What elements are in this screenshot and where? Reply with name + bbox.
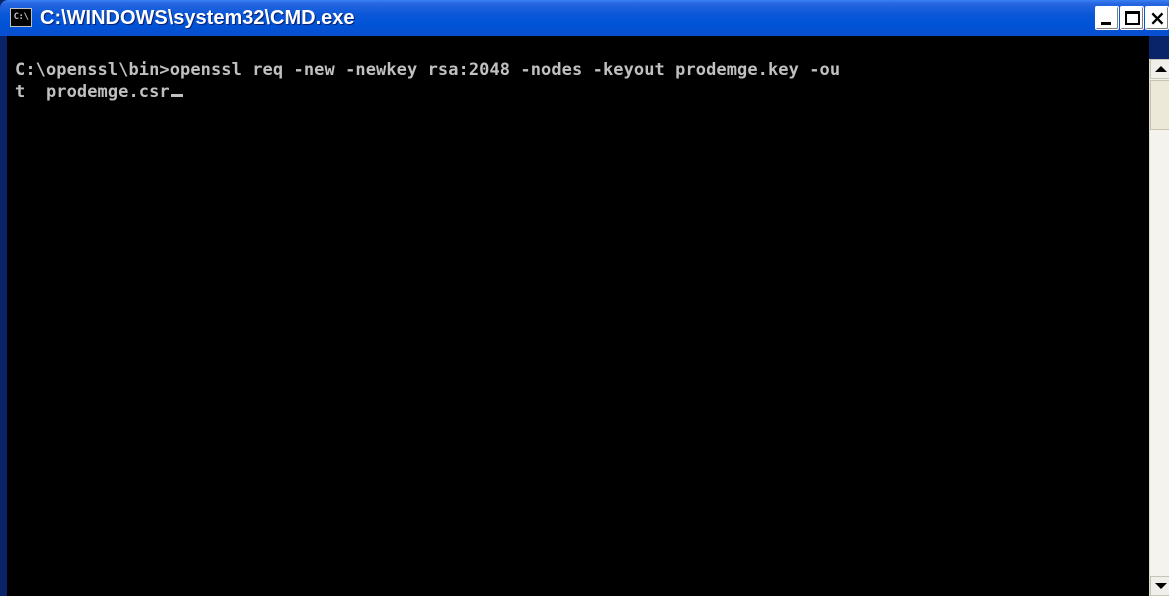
minimize-button[interactable] — [1095, 6, 1119, 30]
minimize-icon — [1101, 22, 1111, 25]
close-button[interactable]: × — [1145, 6, 1169, 30]
cmd-icon[interactable]: C:\ — [10, 8, 32, 27]
console-output[interactable]: C:\openssl\bin>openssl req -new -newkey … — [15, 59, 840, 103]
console-area[interactable]: C:\openssl\bin>openssl req -new -newkey … — [4, 36, 1149, 596]
console-line-2: t prodemge.csr — [15, 82, 170, 102]
text-cursor — [170, 94, 183, 97]
scroll-up-button[interactable] — [1150, 59, 1169, 79]
scroll-thumb[interactable] — [1150, 80, 1169, 130]
arrow-down-icon — [1155, 583, 1167, 589]
console-line-1: C:\openssl\bin>openssl req -new -newkey … — [15, 60, 841, 80]
vertical-scrollbar[interactable] — [1149, 59, 1169, 596]
maximize-button[interactable] — [1120, 6, 1144, 30]
close-icon: × — [1149, 6, 1166, 30]
maximize-icon — [1125, 11, 1140, 25]
window-title: C:\WINDOWS\system32\CMD.exe — [40, 7, 355, 29]
title-bar[interactable]: C:\ C:\WINDOWS\system32\CMD.exe × — [0, 0, 1169, 36]
cmd-window: C:\ C:\WINDOWS\system32\CMD.exe × C:\ope… — [0, 0, 1169, 596]
arrow-up-icon — [1155, 66, 1167, 72]
scroll-down-button[interactable] — [1150, 576, 1169, 596]
